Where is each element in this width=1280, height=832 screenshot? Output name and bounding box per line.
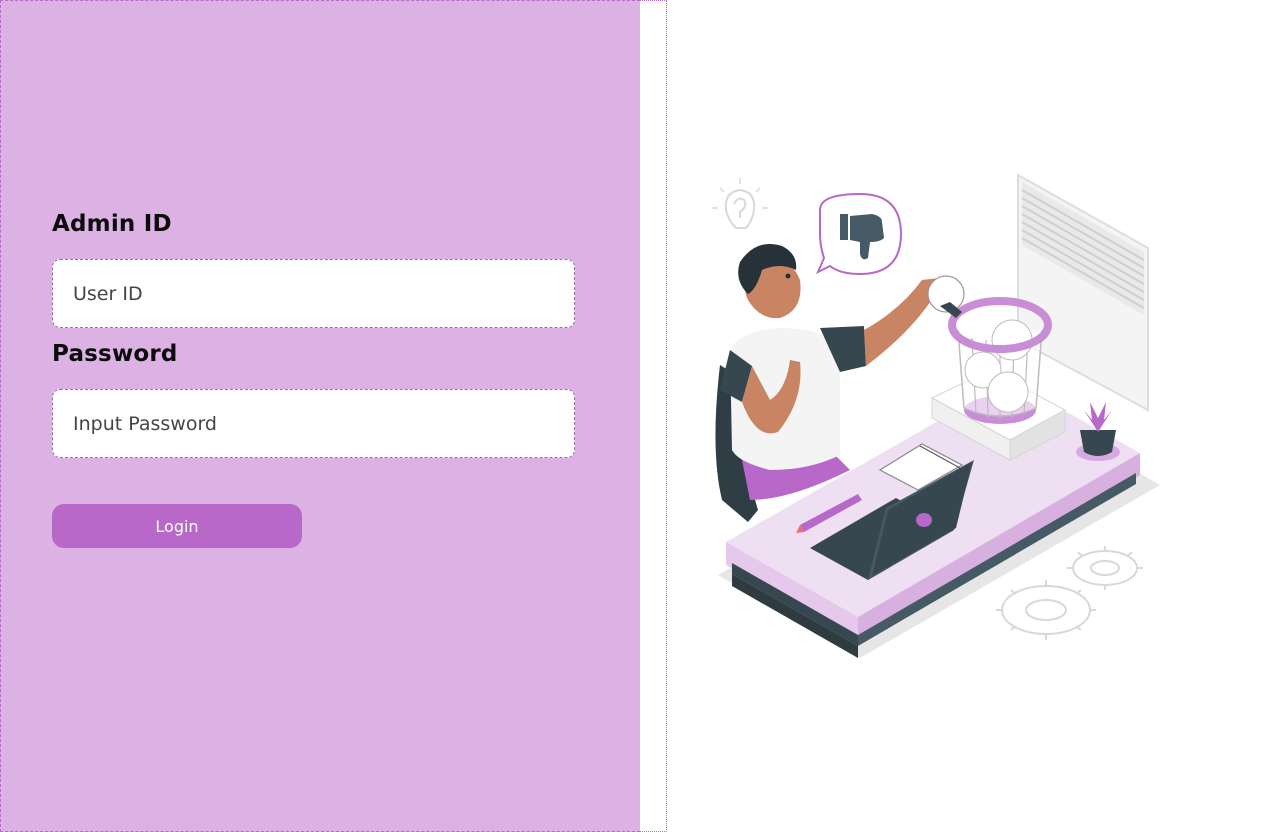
plant-icon	[1076, 402, 1120, 461]
lightbulb-icon	[927, 275, 965, 318]
password-input[interactable]	[52, 389, 575, 458]
thinking-person-illustration	[700, 170, 1170, 674]
admin-id-label: Admin ID	[52, 211, 172, 237]
question-bulb-icon	[712, 178, 768, 229]
frame-divider	[666, 0, 667, 832]
thumbs-down-icon	[816, 192, 903, 276]
frame-top-edge	[640, 0, 667, 1]
user-id-input[interactable]	[52, 259, 575, 328]
login-panel: Admin ID Password Login	[0, 0, 640, 832]
login-button[interactable]: Login	[52, 504, 302, 548]
password-label: Password	[52, 341, 178, 367]
